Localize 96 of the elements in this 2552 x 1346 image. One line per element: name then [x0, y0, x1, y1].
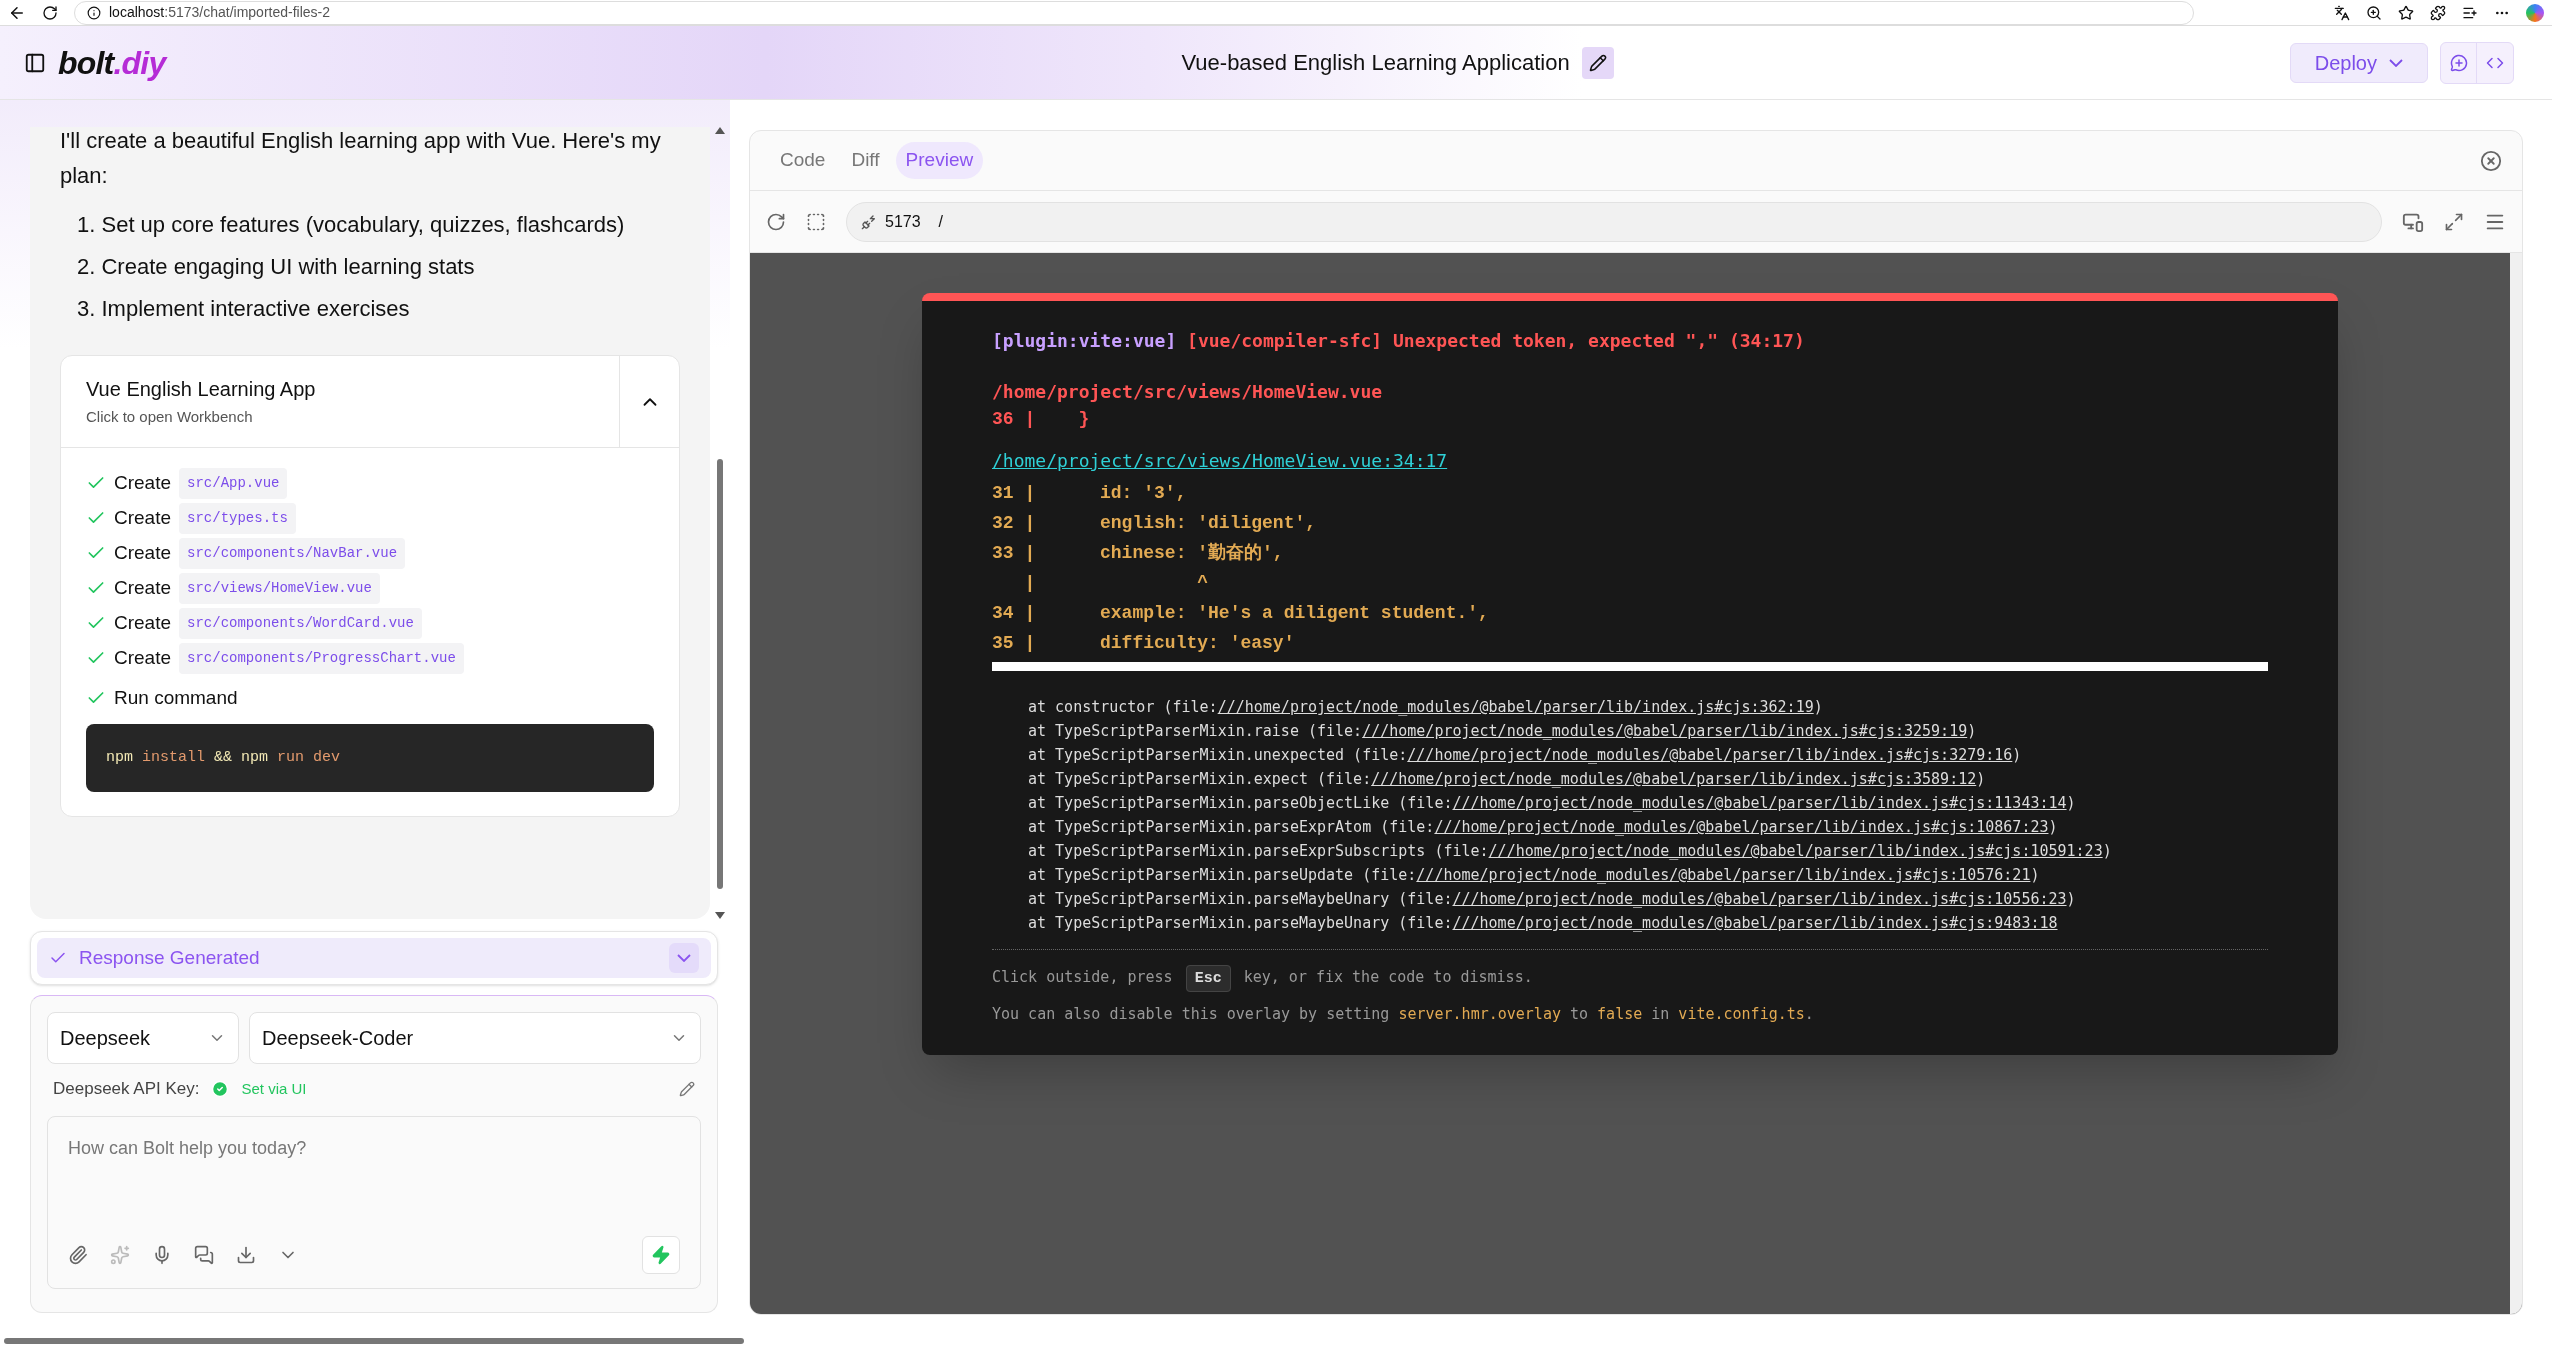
download-icon[interactable]: [236, 1244, 256, 1265]
model-select[interactable]: Deepseek-Coder: [249, 1012, 701, 1064]
stack-trace-line: at TypeScriptParserMixin.parseMaybeUnary (file:///home/project/node_modules/@babel/parser/lib/index.js#cjs:9483:18: [1028, 913, 2059, 934]
code-frame-line: 35 | difficulty: 'easy': [992, 632, 1296, 655]
stack-trace-line: at TypeScriptParserMixin.parseExprAtom (file:///home/project/node_modules/@babel/parser/lib/index.js#cjs:10867:23): [1028, 817, 2059, 838]
action-label: Create: [114, 506, 172, 531]
file-link[interactable]: ///home/project/node_modules/@babel/parser/lib/index.js#cjs:3279:16: [1407, 746, 2013, 764]
preview-address-bar[interactable]: 5173 /: [846, 201, 2382, 242]
file-link[interactable]: ///home/project/node_modules/@babel/parser/lib/index.js#cjs:11343:14: [1452, 794, 2067, 812]
action-label: Create: [114, 646, 172, 671]
artifact-header[interactable]: Vue English Learning App Click to open Workbench: [61, 356, 619, 447]
port-icon: [861, 213, 877, 230]
file-link[interactable]: ///home/project/node_modules/@babel/parser/lib/index.js#cjs:3259:19: [1362, 722, 1968, 740]
stack-trace-line: at constructor (file:///home/project/node_modules/@babel/parser/lib/index.js#cjs:362:19): [1028, 697, 1824, 718]
error-file: /home/project/src/views/HomeView.vue: [992, 380, 1384, 404]
file-link[interactable]: ///home/project/node_modules/@babel/parser/lib/index.js#cjs:10576:21: [1416, 866, 2031, 884]
error-location-link[interactable]: /home/project/src/views/HomeView.vue:34:17: [992, 447, 1448, 474]
pencil-icon: [1588, 53, 1607, 72]
plan-item: 1. Set up core features (vocabulary, quizzes, flashcards): [77, 211, 626, 240]
port-number: 5173: [885, 211, 921, 232]
preview-path: /: [938, 211, 944, 232]
edit-title-button[interactable]: [1581, 46, 1614, 79]
plan-item: 2. Create engaging UI with learning stats: [77, 253, 476, 282]
microphone-icon[interactable]: [152, 1244, 172, 1265]
error-line: 36 | }: [992, 408, 1091, 431]
file-link[interactable]: ///home/project/node_modules/@babel/parser/lib/index.js#cjs:3589:12: [1371, 770, 1977, 788]
info-icon: [87, 5, 101, 20]
action-label: Create: [114, 471, 172, 496]
error-message: [plugin:vite:vue] [vue/compiler-sfc] Unexpected token, expected "," (34:17): [992, 330, 1805, 351]
scroll-down-icon[interactable]: [715, 912, 725, 919]
stack-trace-line: at TypeScriptParserMixin.unexpected (file:///home/project/node_modules/@babel/parser/lib/index.js#cjs:3279:16): [1028, 745, 2023, 766]
response-status[interactable]: Response Generated: [37, 938, 711, 978]
extensions-icon[interactable]: [2430, 4, 2446, 21]
edit-key-icon[interactable]: [679, 1080, 695, 1097]
code-frame-line: 33 | chinese: '勤奋的',: [992, 541, 1285, 565]
status-check-icon: [211, 1079, 230, 1098]
code-frame-line: | ^: [1023, 572, 1210, 595]
artifact-title: Vue English Learning App: [86, 377, 317, 403]
plan-item: 3. Implement interactive exercises: [77, 295, 411, 324]
file-path: src/types.ts: [179, 502, 296, 534]
prompt-field[interactable]: How can Bolt help you today?: [47, 1115, 701, 1289]
deploy-button[interactable]: Deploy: [2289, 42, 2428, 83]
file-path: src/components/ProgressChart.vue: [179, 642, 464, 674]
code-frame-line: 31 | id: '3',: [992, 482, 1188, 505]
message-text: I'll create a beautiful English learning app with Vue. Here's my plan:: [60, 127, 662, 191]
chat-bubble-icon: [2449, 53, 2468, 72]
chevron-down-icon: [677, 954, 691, 962]
translate-icon[interactable]: [2334, 4, 2350, 21]
file-path: src/App.vue: [179, 467, 288, 499]
stack-trace-line: at TypeScriptParserMixin.raise (file:///home/project/node_modules/@babel/parser/lib/index.js#cjs:3259:19): [1028, 721, 1978, 742]
scroll-up-icon[interactable]: [715, 127, 725, 134]
file-link[interactable]: ///home/project/node_modules/@babel/parser/lib/index.js#cjs:9483:18: [1452, 914, 2058, 932]
action-label: Create: [114, 541, 172, 566]
reload-icon[interactable]: [42, 4, 58, 21]
stack-trace-line: at TypeScriptParserMixin.expect (file:///home/project/node_modules/@babel/parser/lib/index.js#cjs:3589:12): [1028, 769, 1987, 790]
logo: bolt.diy: [58, 43, 166, 83]
api-key-status: Set via UI: [241, 1078, 307, 1099]
chevron-down-icon: [2389, 58, 2403, 67]
attach-icon[interactable]: [68, 1244, 88, 1265]
workbench-tab[interactable]: Code: [770, 142, 836, 179]
file-link[interactable]: ///home/project/node_modules/@babel/parser/lib/index.js#cjs:10591:23: [1488, 842, 2103, 860]
stack-trace-line: at TypeScriptParserMixin.parseExprSubscripts (file:///home/project/node_modules/@babel/parser/lib/index.js#cjs:10591:23): [1028, 841, 2113, 862]
file-path: src/components/WordCard.vue: [179, 607, 422, 639]
workbench-tab[interactable]: Preview: [895, 142, 984, 179]
file-path: src/components/NavBar.vue: [179, 537, 406, 569]
stack-trace-line: at TypeScriptParserMixin.parseUpdate (file:///home/project/node_modules/@babel/parser/lib/index.js#cjs:10576:21): [1028, 865, 2041, 886]
assistant-icon[interactable]: [2526, 3, 2544, 22]
chat-title: Vue-based English Learning Application: [1181, 49, 1570, 77]
provider-select[interactable]: Deepseek: [47, 1012, 239, 1064]
dismiss-hint: Click outside, press Esc key, or fix the code to dismiss.: [992, 966, 2268, 991]
stack-trace-line: at TypeScriptParserMixin.parseObjectLike (file:///home/project/node_modules/@babel/parser/lib/index.js#cjs:11343:14): [1028, 793, 2077, 814]
fullscreen-icon[interactable]: [2444, 211, 2464, 232]
file-link[interactable]: ///home/project/node_modules/@babel/parser/lib/index.js#cjs:362:19: [1217, 698, 1814, 716]
file-link[interactable]: ///home/project/node_modules/@babel/parser/lib/index.js#cjs:10556:23: [1452, 890, 2067, 908]
close-icon[interactable]: [2480, 149, 2502, 172]
action-label: Create: [114, 611, 172, 636]
stack-trace-line: at TypeScriptParserMixin.parseMaybeUnary (file:///home/project/node_modules/@babel/parser/lib/index.js#cjs:10556:23): [1028, 889, 2077, 910]
overlay-hint: You can also disable this overlay by setting server.hmr.overlay to false in vite.config.ts.: [992, 1003, 1815, 1025]
discuss-icon[interactable]: [194, 1244, 214, 1265]
action-label: Run command: [114, 685, 238, 710]
prompt-input[interactable]: How can Bolt help you today?: [68, 1134, 680, 1205]
file-link[interactable]: ///home/project/node_modules/@babel/parser/lib/index.js#cjs:10867:23: [1434, 818, 2049, 836]
code-frame-line: 34 | example: 'He's a diligent student.',: [992, 602, 1490, 625]
sidebar-toggle-icon[interactable]: [24, 51, 46, 74]
select-element-icon[interactable]: [806, 211, 826, 232]
action-label: Create: [114, 576, 172, 601]
file-path: src/views/HomeView.vue: [179, 572, 380, 604]
lightning-icon: [651, 1244, 671, 1265]
code-frame-line: 32 | english: 'diligent',: [992, 512, 1318, 535]
favorite-icon[interactable]: [2398, 4, 2414, 21]
api-key-label: Deepseek API Key:: [53, 1078, 200, 1100]
artifact-subtitle: Click to open Workbench: [86, 407, 254, 428]
zoom-icon[interactable]: [2366, 4, 2382, 21]
workbench-tab[interactable]: Diff: [841, 142, 890, 179]
command-text: npm install && npm run dev: [106, 748, 341, 769]
url-text: localhost:5173/chat/imported-files-2: [109, 3, 331, 22]
